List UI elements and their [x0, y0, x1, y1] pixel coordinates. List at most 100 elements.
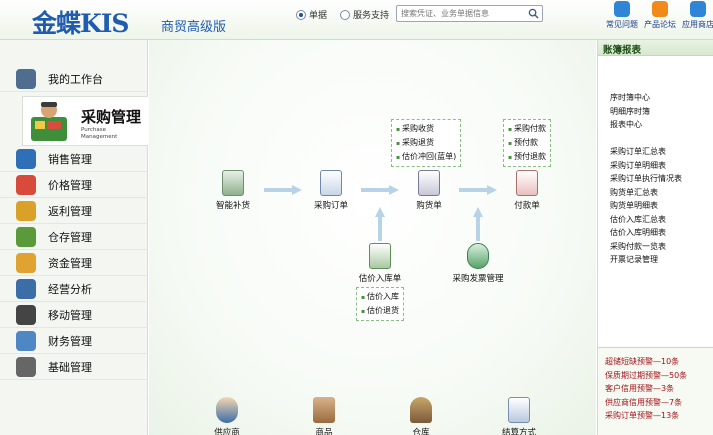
sidebar-item-label: 我的工作台 [48, 73, 103, 86]
node-label: 商品 [315, 428, 333, 435]
report-link[interactable]: 估价入库明细表 [610, 226, 710, 240]
replenish-icon [222, 170, 244, 196]
node-purchase-order[interactable]: 采购订单 [301, 170, 361, 211]
sidebar-item-label: 财务管理 [48, 335, 92, 348]
search-icon[interactable] [528, 8, 539, 19]
node-smart-replenish[interactable]: 智能补货 [203, 170, 263, 211]
search-input[interactable] [397, 6, 522, 21]
report-link[interactable]: 采购付款一览表 [610, 240, 710, 254]
tip-item[interactable]: 采购收货 [396, 122, 456, 136]
node-warehouse[interactable]: 仓库 [391, 397, 451, 435]
forum-button[interactable]: 产品论坛 [640, 0, 680, 30]
header: 金蝶KIS 商贸高级版 单据 服务支持 常见问题 产品论坛 应用商店 [0, 0, 713, 40]
report-link[interactable]: 报表中心 [610, 118, 710, 132]
tip-item[interactable]: 采购付款 [508, 122, 546, 136]
node-supplier[interactable]: 供应商 [197, 397, 257, 435]
faq-label: 常见问题 [606, 20, 638, 29]
node-estimated-receipt[interactable]: 估价入库单 [350, 243, 410, 284]
brand-edition: 商贸高级版 [161, 20, 227, 35]
node-label: 采购订单 [313, 201, 348, 211]
sidebar-item-label: 仓存管理 [48, 231, 92, 244]
report-link[interactable]: 购货单明细表 [610, 199, 710, 213]
node-label: 结算方式 [501, 428, 536, 435]
report-link[interactable]: 采购订单汇总表 [610, 145, 710, 159]
sidebar-item-finance[interactable]: 财务管理 [0, 329, 148, 354]
tip-item[interactable]: 采购退货 [396, 136, 456, 150]
reports-title: 账簿报表 [598, 40, 713, 56]
sidebar-item-warehouse[interactable]: 仓存管理 [0, 225, 148, 250]
basic-icon [16, 357, 36, 377]
warnings-box: 超储短缺预警—10条 保质期过期预警—50条 客户信用预警—3条 供应商信用预警… [598, 347, 713, 435]
report-link[interactable]: 采购订单明细表 [610, 159, 710, 173]
tips-estimate: 估价入库 估价退货 [356, 287, 404, 321]
finance-icon [16, 331, 36, 351]
analysis-icon [16, 279, 36, 299]
warning-link[interactable]: 供应商信用预警—7条 [598, 396, 713, 410]
report-link[interactable]: 序时簿中心 [610, 91, 710, 105]
arrow-right-icon [264, 185, 302, 195]
node-payment[interactable]: 付款单 [497, 170, 557, 211]
sidebar: 我的工作台 采购管理 Purchase Management 销售管理 价格管理… [0, 40, 148, 435]
radio-unselected-icon [340, 9, 350, 20]
report-link[interactable]: 估价入库汇总表 [610, 213, 710, 227]
tip-item[interactable]: 预付款 [508, 136, 546, 150]
goods-icon [313, 397, 335, 423]
node-goods[interactable]: 商品 [294, 397, 354, 435]
node-label: 购货单 [416, 201, 442, 211]
payment-icon [516, 170, 538, 196]
arrow-up-icon [375, 207, 385, 241]
report-links-group2: 采购订单汇总表 采购订单明细表 采购订单执行情况表 购货单汇总表 购货单明细表 … [610, 145, 710, 267]
supplier-icon [216, 397, 238, 423]
radio-single[interactable]: 单据 [296, 8, 327, 21]
sales-icon [16, 149, 36, 169]
node-purchase-invoice[interactable]: 采购发票管理 [448, 243, 508, 284]
sidebar-item-label: 经营分析 [48, 283, 92, 296]
node-label: 供应商 [214, 428, 240, 435]
node-purchase-receipt[interactable]: 购货单 [399, 170, 459, 211]
radio-single-label: 单据 [309, 11, 328, 21]
price-icon [16, 175, 36, 195]
warning-link[interactable]: 采购订单预警—13条 [598, 409, 713, 423]
brand-logo: 金蝶KIS [32, 9, 129, 38]
tip-item[interactable]: 估价冲回(蓝单) [396, 150, 456, 164]
report-link[interactable]: 购货单汇总表 [610, 186, 710, 200]
warning-link[interactable]: 客户信用预警—3条 [598, 382, 713, 396]
report-link[interactable]: 开票记录管理 [610, 253, 710, 267]
radio-service[interactable]: 服务支持 [340, 8, 389, 21]
radio-service-label: 服务支持 [353, 11, 390, 21]
sidebar-item-analysis[interactable]: 经营分析 [0, 277, 148, 302]
sidebar-item-rebate[interactable]: 返利管理 [0, 199, 148, 224]
sidebar-item-mobile[interactable]: 移动管理 [0, 303, 148, 328]
invoice-icon [467, 243, 489, 269]
forum-label: 产品论坛 [644, 20, 676, 29]
estimate-icon [369, 243, 391, 269]
sidebar-item-sales[interactable]: 销售管理 [0, 147, 148, 172]
sidebar-item-workbench[interactable]: 我的工作台 [0, 67, 148, 92]
tips-receipt: 采购收货 采购退货 估价冲回(蓝单) [391, 119, 462, 167]
sidebar-item-label: 移动管理 [48, 309, 92, 322]
report-link[interactable]: 采购订单执行情况表 [610, 172, 710, 186]
tip-item[interactable]: 估价入库 [361, 290, 399, 304]
sidebar-item-price[interactable]: 价格管理 [0, 173, 148, 198]
sidebar-item-label: 基础管理 [48, 361, 92, 374]
forum-icon [652, 1, 668, 17]
sidebar-item-label: 返利管理 [48, 205, 92, 218]
purchase-icon [31, 102, 67, 141]
faq-button[interactable]: 常见问题 [602, 0, 642, 30]
sidebar-item-purchase[interactable]: 采购管理 Purchase Management [22, 96, 148, 146]
sidebar-item-basic[interactable]: 基础管理 [0, 355, 148, 380]
node-settlement[interactable]: 结算方式 [489, 397, 549, 435]
purchase-flow-panel: 智能补货 采购订单 购货单 付款单 估价入库单 采购发票管理 采购收货 采购退货… [149, 40, 596, 435]
tip-item[interactable]: 预付退款 [508, 150, 546, 164]
node-label: 智能补货 [215, 201, 250, 211]
warning-link[interactable]: 保质期过期预警—50条 [598, 369, 713, 383]
tip-item[interactable]: 估价退货 [361, 304, 399, 318]
warning-link[interactable]: 超储短缺预警—10条 [598, 355, 713, 369]
sidebar-item-money[interactable]: 资金管理 [0, 251, 148, 276]
report-link[interactable]: 明细序时簿 [610, 105, 710, 119]
question-icon [614, 1, 630, 17]
money-icon [16, 253, 36, 273]
purchase-subtitle: Purchase Management [81, 127, 118, 140]
node-label: 估价入库单 [358, 274, 402, 284]
store-button[interactable]: 应用商店 [678, 0, 713, 30]
